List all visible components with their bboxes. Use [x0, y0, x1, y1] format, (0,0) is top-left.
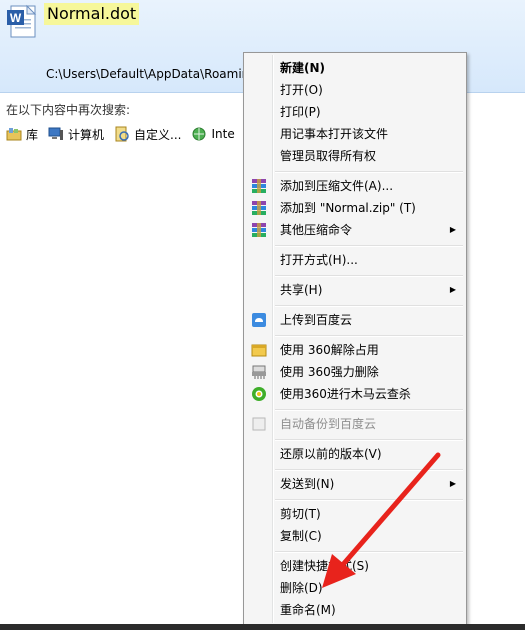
menu-item-copy[interactable]: 复制(C) [246, 525, 464, 547]
file-name: Normal.dot [44, 3, 140, 25]
search-locations: 库 计算机 自定义... Inte [6, 124, 235, 144]
menu-item-360-unlock[interactable]: 使用 360解除占用 [246, 339, 464, 361]
menu-item-label: 共享(H) [280, 283, 323, 297]
search-location-label: Inte [211, 127, 235, 141]
word-document-icon: W [7, 4, 37, 38]
menu-item-label: 打印(P) [280, 105, 321, 119]
context-menu: 新建(N) 打开(O) 打印(P) 用记事本打开该文件 管理员取得所有权 添加到… [243, 52, 467, 626]
menu-item-add-to-zip[interactable]: 添加到 "Normal.zip" (T) [246, 197, 464, 219]
menu-item-label: 自动备份到百度云 [280, 417, 377, 431]
winrar-icon [252, 223, 266, 237]
menu-item-label: 发送到(N) [280, 477, 335, 491]
computer-icon [48, 127, 64, 140]
menu-item-label: 添加到 "Normal.zip" (T) [280, 201, 416, 215]
menu-item-open-notepad[interactable]: 用记事本打开该文件 [246, 123, 464, 145]
menu-item-take-ownership[interactable]: 管理员取得所有权 [246, 145, 464, 167]
menu-item-delete[interactable]: 删除(D) [246, 577, 464, 599]
menu-item-rename[interactable]: 重命名(M) [246, 599, 464, 621]
internet-icon [192, 127, 206, 141]
menu-separator [275, 469, 463, 471]
shred-360-icon [252, 365, 266, 379]
search-location-computer[interactable]: 计算机 [48, 126, 104, 143]
menu-separator [275, 171, 463, 173]
menu-item-label: 使用 360解除占用 [280, 343, 379, 357]
menu-separator [275, 439, 463, 441]
menu-item-label: 其他压缩命令 [280, 223, 353, 237]
menu-item-label: 用记事本打开该文件 [280, 127, 389, 141]
submenu-arrow-icon: ▶ [449, 479, 456, 488]
menu-separator [275, 335, 463, 337]
menu-item-label: 剪切(T) [280, 507, 321, 521]
baidu-cloud-icon [252, 313, 266, 327]
menu-item-upload-baidu[interactable]: 上传到百度云 [246, 309, 464, 331]
menu-item-label: 添加到压缩文件(A)... [280, 179, 394, 193]
search-location-custom[interactable]: 自定义... [114, 126, 181, 143]
submenu-arrow-icon: ▶ [449, 285, 456, 294]
menu-separator [275, 305, 463, 307]
menu-item-other-compress[interactable]: 其他压缩命令 ▶ [246, 219, 464, 241]
submenu-arrow-icon: ▶ [449, 225, 456, 234]
custom-icon [115, 126, 129, 142]
menu-item-360-shred[interactable]: 使用 360强力删除 [246, 361, 464, 383]
winrar-icon [252, 201, 266, 215]
backup-checkbox-icon [252, 417, 266, 431]
search-location-label: 计算机 [68, 127, 105, 142]
unlock-360-icon [251, 344, 267, 357]
menu-item-open[interactable]: 打开(O) [246, 79, 464, 101]
menu-separator [275, 275, 463, 277]
winrar-icon [252, 179, 266, 193]
svg-text:W: W [10, 11, 22, 25]
search-location-label: 自定义... [134, 127, 182, 142]
menu-item-label: 使用 360强力删除 [280, 365, 379, 379]
library-icon [6, 128, 22, 141]
menu-item-share[interactable]: 共享(H) ▶ [246, 279, 464, 301]
menu-item-label: 管理员取得所有权 [280, 149, 377, 163]
menu-item-label: 复制(C) [280, 529, 322, 543]
menu-item-cut[interactable]: 剪切(T) [246, 503, 464, 525]
menu-separator [275, 245, 463, 247]
search-location-label: 库 [26, 127, 39, 142]
search-again-label: 在以下内容中再次搜索: [6, 103, 131, 117]
file-path: C:\Users\Default\AppData\Roamin [46, 67, 250, 81]
scan-360-icon [252, 387, 266, 401]
menu-item-label: 删除(D) [280, 581, 323, 595]
taskbar-edge [0, 624, 525, 630]
menu-item-open-with[interactable]: 打开方式(H)... [246, 249, 464, 271]
menu-item-label: 重命名(M) [280, 603, 336, 617]
menu-item-label: 使用360进行木马云查杀 [280, 387, 411, 401]
search-location-library[interactable]: 库 [6, 126, 38, 143]
menu-item-restore-versions[interactable]: 还原以前的版本(V) [246, 443, 464, 465]
menu-item-label: 上传到百度云 [280, 313, 353, 327]
menu-item-label: 新建(N) [280, 61, 326, 75]
menu-item-create-shortcut[interactable]: 创建快捷方式(S) [246, 555, 464, 577]
search-location-internet[interactable]: Inte [191, 126, 235, 142]
menu-item-send-to[interactable]: 发送到(N) ▶ [246, 473, 464, 495]
menu-item-label: 还原以前的版本(V) [280, 447, 382, 461]
menu-item-label: 创建快捷方式(S) [280, 559, 369, 573]
menu-item-360-scan[interactable]: 使用360进行木马云查杀 [246, 383, 464, 405]
menu-item-new[interactable]: 新建(N) [246, 57, 464, 79]
menu-item-label: 打开方式(H)... [280, 253, 358, 267]
menu-item-label: 打开(O) [280, 83, 323, 97]
menu-item-print[interactable]: 打印(P) [246, 101, 464, 123]
menu-item-add-to-archive[interactable]: 添加到压缩文件(A)... [246, 175, 464, 197]
menu-separator [275, 409, 463, 411]
menu-separator [275, 551, 463, 553]
menu-item-auto-backup[interactable]: 自动备份到百度云 [246, 413, 464, 435]
menu-separator [275, 499, 463, 501]
